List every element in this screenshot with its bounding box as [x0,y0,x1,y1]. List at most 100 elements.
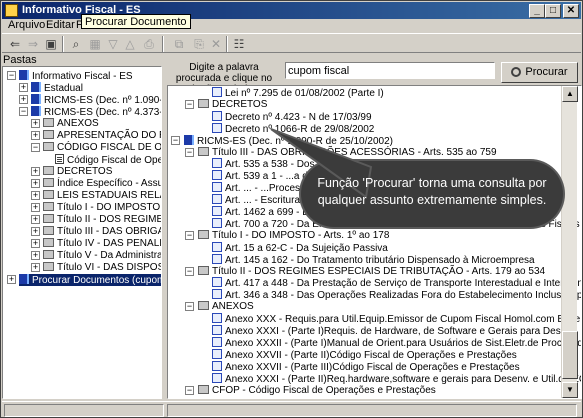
result-item[interactable]: Art. 145 a 162 - Do Tratamento tributári… [212,253,535,266]
expand-icon[interactable]: + [31,119,40,128]
collapse-icon[interactable]: − [185,302,194,312]
folder-tree-item[interactable]: − Informativo Fiscal - ES [7,70,133,82]
result-item[interactable]: Anexo XXVII - (Parte II)Código Fiscal de… [212,348,517,361]
result-item[interactable]: Anexo XXXI - (Parte I)Requis. de Hardwar… [212,325,582,337]
document-icon [212,348,222,359]
folder-icon [43,226,54,235]
scroll-thumb[interactable] [562,331,578,379]
folder-icon [43,118,54,127]
folder-tree-item[interactable]: + Estadual [19,82,83,94]
collapse-icon[interactable]: − [185,385,194,395]
forward-icon[interactable]: ⇒ [26,37,40,51]
result-item[interactable]: Anexo XXX - Requis.para Util.Equip.Emiss… [212,313,582,326]
expand-icon[interactable]: + [31,227,40,236]
folder-icon [43,130,54,139]
bookmark-icon[interactable]: ▦ [88,37,102,51]
collapse-icon[interactable]: − [185,266,194,276]
folder-icon [43,178,54,187]
folder-tree-item[interactable]: + ANEXOS [31,118,99,130]
result-item-label: Título I - DO IMPOSTO - Arts. 1º ao 178 [212,229,390,241]
collapse-icon[interactable]: − [185,230,194,240]
book-icon [31,82,41,92]
result-item-label: Art. 145 a 162 - Do Tratamento tributári… [225,254,535,266]
folder-tree-item[interactable]: + Título IV - DAS PENALIDA [31,238,161,250]
folder-up-icon[interactable]: ▣ [44,37,58,51]
document-icon [212,313,222,324]
folder-tree-item[interactable]: + Título V - Da Administraçã [31,250,161,262]
result-item-label: Anexo XXX - Requis.para Util.Equip.Emiss… [225,314,582,326]
result-item-label: Art. 346 a 348 - Das Operações Realizada… [225,290,582,302]
expand-icon[interactable]: + [31,203,40,212]
expand-icon[interactable]: + [31,263,40,272]
document-icon [55,154,64,164]
callout-text: Função 'Procurar' torna uma consulta por… [317,176,547,207]
folder-tree-item[interactable]: + Procurar Documentos (cupom fisca [7,274,161,286]
folder-icon [43,202,54,211]
folder-icon [43,190,54,199]
folder-tree-item[interactable]: + Título VI - DAS DISPOSIÇ [31,262,161,274]
magnifier-icon [511,67,522,77]
menu-arquivo[interactable]: Arquivo [8,19,45,31]
scroll-down-icon[interactable]: ▼ [562,382,578,398]
expand-icon[interactable]: + [31,215,40,224]
result-item-label: Anexo XXXII - (Parte I)Manual de Orient.… [225,337,582,349]
expand-icon[interactable]: + [31,239,40,248]
folder-tree-item[interactable]: + Título II - DOS REGIMES [31,214,162,226]
expand-icon[interactable]: + [7,275,16,284]
folder-icon [198,384,209,394]
search-button[interactable]: Procurar [501,62,578,83]
app-window: Informativo Fiscal - ES _ □ ✕ Arquivo Ed… [0,0,583,418]
expand-icon[interactable]: + [31,131,40,140]
back-icon[interactable]: ⇐ [8,37,22,51]
expand-icon[interactable]: + [31,191,40,200]
search-document-icon[interactable]: ⌕ [69,37,83,51]
result-item-label: Anexo XXXI - (Parte I)Requis. de Hardwar… [225,326,582,337]
close-button[interactable]: ✕ [563,4,579,18]
result-item-label: Anexo XXVII - (Parte II)Código Fiscal de… [225,349,517,361]
result-item[interactable]: − CFOP - Código Fiscal de Operações e Pre… [185,384,436,397]
book-icon [31,94,41,104]
result-item-label: Art. 417 a 448 - Da Prestação de Serviço… [225,278,582,290]
folder-tree-label: Procurar Documentos (cupom fisca [32,275,161,286]
status-bar [2,401,581,417]
folder-tree-label: Título II - DOS REGIMES [57,214,162,225]
expand-icon[interactable]: + [19,95,28,104]
result-item[interactable]: Anexo XXVII - (Parte III)Código Fiscal d… [212,360,520,373]
folder-tree-item[interactable]: + Título III - DAS OBRIGAÇ [31,226,161,238]
maximize-button[interactable]: □ [545,4,561,18]
menu-editar[interactable]: Editar [46,19,75,31]
document-icon [212,325,222,335]
result-item[interactable]: − ANEXOS [185,301,254,313]
document-icon [212,336,222,347]
result-item[interactable]: − Título II - DOS REGIMES ESPECIAIS DE TR… [185,265,545,278]
result-item[interactable]: Art. 346 a 348 - Das Operações Realizada… [212,289,582,302]
previous-icon[interactable]: ▽ [106,37,120,51]
result-item-label: ANEXOS [212,301,254,313]
pane-title: Pastas [3,54,37,66]
folder-tree-item[interactable]: + DECRETOS [31,166,113,178]
search-button-label: Procurar [525,66,568,78]
result-item[interactable]: Art. 417 a 448 - Da Prestação de Serviço… [212,277,582,290]
folder-tree-label: DECRETOS [57,166,113,177]
folder-icon [43,142,54,151]
document-icon [212,217,222,228]
result-item[interactable]: − Título I - DO IMPOSTO - Arts. 1º ao 178 [185,229,390,242]
document-icon [212,360,222,371]
collapse-icon[interactable]: − [31,143,40,152]
collapse-icon[interactable]: − [7,71,16,80]
result-item[interactable]: Anexo XXXII - (Parte I)Manual de Orient.… [212,336,582,349]
expand-icon[interactable]: + [19,83,28,92]
expand-icon[interactable]: + [31,179,40,188]
book-icon [19,274,29,284]
minimize-button[interactable]: _ [529,4,545,18]
result-item[interactable]: Art. 15 a 62-C - Da Sujeição Passiva [212,241,388,254]
result-item-label: Anexo XXXI - (Parte II)Req.hardware,soft… [225,373,582,385]
expand-icon[interactable]: + [31,251,40,260]
document-icon [212,372,222,383]
book-icon [19,70,29,80]
scroll-up-icon[interactable]: ▲ [562,86,578,102]
collapse-icon[interactable]: − [19,107,28,116]
vertical-scrollbar[interactable]: ▲ ▼ [561,86,578,398]
expand-icon[interactable]: + [31,167,40,176]
result-item[interactable]: Anexo XXXI - (Parte II)Req.hardware,soft… [212,372,582,385]
